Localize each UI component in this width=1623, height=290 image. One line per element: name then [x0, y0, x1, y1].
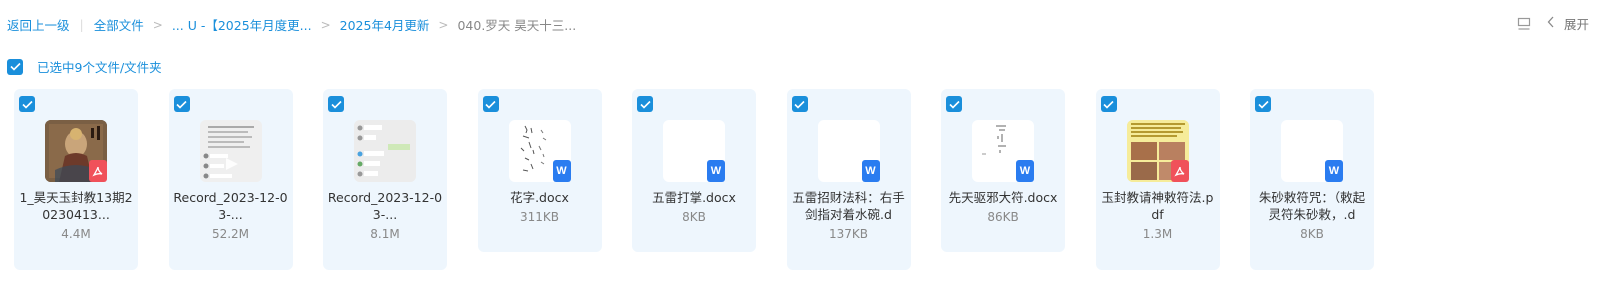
breadcrumb-item-folder[interactable]: ... U -【2025年月度更...: [172, 15, 312, 34]
view-mode-icon[interactable]: [1517, 17, 1531, 31]
file-grid: 1_昊天玉封教13期20230413... 4.4M Record_2023-1…: [14, 89, 1405, 270]
file-size: 8KB: [682, 210, 706, 224]
selection-bar: 已选中9个文件/文件夹: [7, 57, 162, 76]
file-name: 五雷打掌.docx: [652, 190, 736, 205]
file-size: 311KB: [519, 210, 559, 224]
check-icon: [330, 100, 342, 109]
select-all-checkbox[interactable]: [7, 58, 23, 75]
file-name: 先天驱邪大符.docx: [948, 190, 1058, 205]
file-size: 4.4M: [61, 227, 91, 241]
breadcrumb-divider: |: [79, 17, 84, 32]
check-icon: [1257, 100, 1269, 109]
breadcrumb-item-month[interactable]: 2025年4月更新: [340, 15, 430, 34]
file-name: 花字.docx: [510, 190, 569, 205]
file-size: 1.3M: [1142, 227, 1173, 241]
check-icon: [639, 100, 651, 109]
check-icon: [21, 100, 33, 109]
file-checkbox[interactable]: [173, 96, 190, 112]
file-card[interactable]: W 五雷招财法科：右手剑指对着水碗.d 137KB: [786, 89, 911, 270]
check-icon: [176, 100, 187, 109]
chevron-left-icon: [1547, 16, 1555, 31]
check-icon: [794, 100, 805, 109]
file-size: 86KB: [987, 210, 1019, 224]
file-name: Record_2023-12-03-...: [327, 190, 443, 222]
expand-label: 展开: [1563, 17, 1589, 32]
file-checkbox[interactable]: [1255, 96, 1271, 112]
check-icon: [485, 100, 496, 109]
file-checkbox[interactable]: [946, 96, 962, 112]
file-checkbox[interactable]: [482, 96, 499, 112]
pdf-file-icon: [89, 160, 107, 182]
view-tools: 展开: [1517, 14, 1589, 33]
breadcrumb: 返回上一级 | 全部文件 > ... U -【2025年月度更... > 202…: [7, 15, 576, 34]
expand-button[interactable]: 展开: [1547, 14, 1589, 33]
word-file-icon: W: [552, 160, 571, 182]
chevron-right-icon: >: [152, 17, 163, 32]
back-link[interactable]: 返回上一级: [7, 15, 70, 34]
check-icon: [9, 62, 21, 71]
breadcrumb-item-current: 040.罗天 昊天十三...: [457, 18, 577, 33]
check-icon: [1103, 100, 1114, 109]
file-card[interactable]: Record_2023-12-03-... 8.1M: [323, 89, 447, 270]
file-card[interactable]: 玉封教请神敕符法.pdf 1.3M: [1095, 89, 1220, 270]
file-thumbnail: [199, 120, 262, 182]
file-card[interactable]: W 五雷打掌.docx 8KB: [632, 89, 756, 252]
file-checkbox[interactable]: [1100, 96, 1117, 112]
file-name: 玉封教请神敕符法.pdf: [1101, 190, 1214, 222]
check-icon: [948, 100, 960, 109]
file-size: 137KB: [828, 227, 868, 241]
selection-count: 已选中9个文件/文件夹: [37, 60, 162, 75]
file-card[interactable]: W 朱砂敕符咒：（敕起灵符朱砂敕，.d 8KB: [1250, 89, 1374, 270]
word-file-icon: W: [861, 160, 880, 182]
file-checkbox[interactable]: [637, 96, 653, 112]
file-thumbnail: [354, 120, 416, 182]
file-name: 朱砂敕符咒：（敕起灵符朱砂敕，.d: [1258, 190, 1366, 222]
chevron-right-icon: >: [438, 17, 449, 32]
word-file-icon: W: [1325, 160, 1343, 182]
file-name: 1_昊天玉封教13期20230413...: [19, 190, 133, 222]
file-checkbox[interactable]: [328, 96, 344, 112]
breadcrumb-item-all-files[interactable]: 全部文件: [94, 15, 144, 34]
pdf-file-icon: [1170, 160, 1189, 182]
file-size: 8.1M: [370, 227, 400, 241]
file-name: 五雷招财法科：右手剑指对着水碗.d: [792, 190, 905, 222]
file-card[interactable]: Record_2023-12-03-... 52.2M: [168, 89, 293, 270]
file-size: 8KB: [1300, 227, 1324, 241]
word-file-icon: W: [1016, 160, 1034, 182]
file-checkbox[interactable]: [791, 96, 808, 112]
file-name: Record_2023-12-03-...: [173, 190, 288, 222]
file-card[interactable]: W 花字.docx 311KB: [477, 89, 602, 252]
chevron-right-icon: >: [320, 17, 331, 32]
file-card[interactable]: 1_昊天玉封教13期20230413... 4.4M: [14, 89, 138, 270]
file-checkbox[interactable]: [19, 96, 35, 112]
file-card[interactable]: W 先天驱邪大符.docx 86KB: [941, 89, 1065, 252]
file-size: 52.2M: [211, 227, 250, 241]
word-file-icon: W: [707, 160, 725, 182]
top-bar: 返回上一级 | 全部文件 > ... U -【2025年月度更... > 202…: [0, 0, 1623, 46]
